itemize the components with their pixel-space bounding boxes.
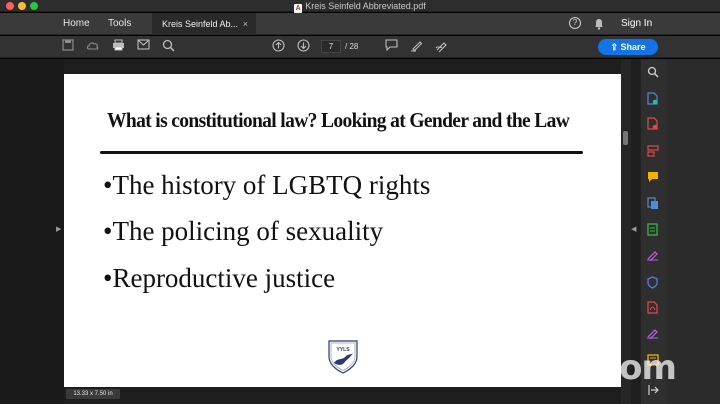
page-number-input[interactable]: 7: [321, 40, 341, 53]
export-pdf-icon[interactable]: [646, 117, 659, 130]
fill-sign-icon[interactable]: [646, 223, 659, 236]
tab-document-label: Kreis Seinfeld Ab...: [162, 19, 239, 29]
share-icon: ⇪: [610, 42, 621, 52]
bullet-item: •Reproductive justice: [103, 263, 336, 293]
slide-title: What is constitutional law? Looking at G…: [107, 108, 570, 132]
acrobat-pdf-icon[interactable]: [646, 301, 659, 314]
scrollbar-thumb[interactable]: [623, 131, 628, 145]
protect-shield-icon[interactable]: [646, 276, 659, 289]
logo-text: YYLS: [336, 347, 350, 353]
bell-icon[interactable]: [594, 13, 604, 35]
combine-files-icon[interactable]: [646, 197, 659, 210]
next-page-icon[interactable]: [296, 39, 310, 53]
sign-in-button[interactable]: Sign In: [621, 13, 652, 35]
window-title: A Kreis Seinfeld Abbreviated.pdf: [0, 0, 720, 13]
tab-home[interactable]: Home: [63, 13, 90, 35]
edit-pdf-icon[interactable]: [646, 327, 659, 340]
bullet-item: •The policing of sexuality: [103, 216, 384, 246]
search-tool-icon[interactable]: [646, 66, 659, 79]
save-icon[interactable]: [61, 39, 75, 53]
zoom-watermark: zoom: [578, 348, 677, 388]
pdf-file-icon: A: [294, 4, 303, 13]
help-icon[interactable]: ?: [569, 17, 581, 29]
email-icon[interactable]: [136, 39, 150, 53]
page-size-label: 13.33 x 7.50 in: [66, 389, 120, 399]
organize-pages-icon[interactable]: [646, 145, 659, 158]
title-underline: [100, 151, 583, 154]
previous-page-icon[interactable]: [271, 39, 285, 53]
cloud-upload-icon[interactable]: [86, 39, 100, 53]
page-count: / 28: [345, 42, 359, 51]
comment-icon[interactable]: [384, 39, 398, 53]
tab-document[interactable]: Kreis Seinfeld Ab... ×: [152, 13, 256, 35]
bullet-item: •The history of LGBTQ rights: [103, 170, 431, 200]
toolbar: 7 / 28 ⇪ Share: [0, 36, 720, 58]
zoom-search-icon[interactable]: [161, 39, 175, 53]
comment-tool-icon[interactable]: [646, 171, 659, 184]
window-titlebar: A Kreis Seinfeld Abbreviated.pdf: [0, 0, 720, 13]
tab-bar: Home Tools Kreis Seinfeld Ab... × ? Sign…: [0, 13, 720, 35]
left-gutter: [0, 59, 64, 404]
print-icon[interactable]: [111, 39, 125, 53]
highlight-pen-icon[interactable]: [409, 39, 423, 53]
share-button[interactable]: ⇪ Share: [598, 39, 658, 55]
draw-icon[interactable]: [434, 39, 448, 53]
left-panel-toggle-icon[interactable]: ▶: [56, 225, 61, 233]
close-tab-icon[interactable]: ×: [243, 13, 248, 35]
create-pdf-icon[interactable]: [646, 92, 659, 105]
right-panel-toggle-icon[interactable]: ◀: [631, 225, 636, 233]
share-label: Share: [620, 42, 646, 52]
sign-pen-icon[interactable]: [646, 249, 659, 262]
school-shield-logo: YYLS: [328, 340, 358, 374]
tab-tools[interactable]: Tools: [108, 13, 131, 35]
window-title-text: Kreis Seinfeld Abbreviated.pdf: [305, 1, 426, 11]
